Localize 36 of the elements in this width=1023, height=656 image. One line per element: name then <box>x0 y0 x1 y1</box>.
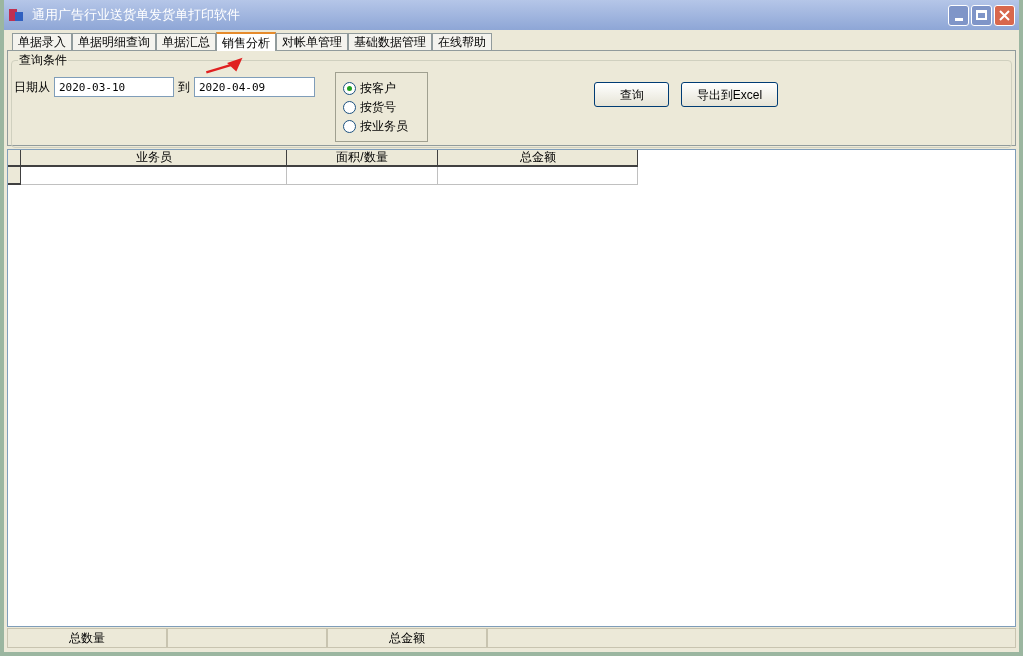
column-header: 面积/数量 <box>287 150 438 167</box>
status-panel: 总金额 <box>327 628 487 648</box>
window-title: 通用广告行业送货单发货单打印软件 <box>32 6 240 25</box>
radio-label[interactable]: 按货号 <box>360 99 396 115</box>
row-header-corner <box>8 150 21 167</box>
date-from-field[interactable]: 2020-03-10 <box>54 77 174 97</box>
minimize-button[interactable] <box>948 4 969 26</box>
tab[interactable]: 销售分析 <box>216 32 276 51</box>
tab[interactable]: 基础数据管理 <box>348 33 432 50</box>
column-header: 总金额 <box>438 150 638 167</box>
tab[interactable]: 单据汇总 <box>156 33 216 50</box>
radio-label[interactable]: 按客户 <box>360 80 396 96</box>
group-title: 查询条件 <box>18 52 68 68</box>
close-button[interactable] <box>994 4 1015 26</box>
tab[interactable]: 单据明细查询 <box>72 33 156 50</box>
annotation-arrow <box>204 56 244 74</box>
tab[interactable]: 单据录入 <box>12 33 72 50</box>
row-header <box>8 167 21 185</box>
app-icon <box>8 7 24 23</box>
minimize-icon <box>954 17 963 21</box>
tab[interactable]: 对帐单管理 <box>276 33 348 50</box>
export-button[interactable]: 导出到Excel <box>681 82 778 107</box>
column-header: 业务员 <box>21 150 287 167</box>
maximize-icon <box>976 10 987 20</box>
query-button[interactable]: 查询 <box>594 82 669 107</box>
status-panel: 总数量 <box>7 628 167 648</box>
maximize-button[interactable] <box>971 4 992 26</box>
date-to-label: 到 <box>178 79 190 96</box>
radio-button[interactable] <box>343 100 356 114</box>
radio-label[interactable]: 按业务员 <box>360 118 408 134</box>
date-from-label: 日期从 <box>14 79 50 96</box>
close-icon <box>999 9 1010 21</box>
radio-button[interactable] <box>343 119 356 133</box>
tab[interactable]: 在线帮助 <box>432 33 492 50</box>
radio-button[interactable] <box>343 81 356 95</box>
date-to-field[interactable]: 2020-04-09 <box>194 77 315 97</box>
